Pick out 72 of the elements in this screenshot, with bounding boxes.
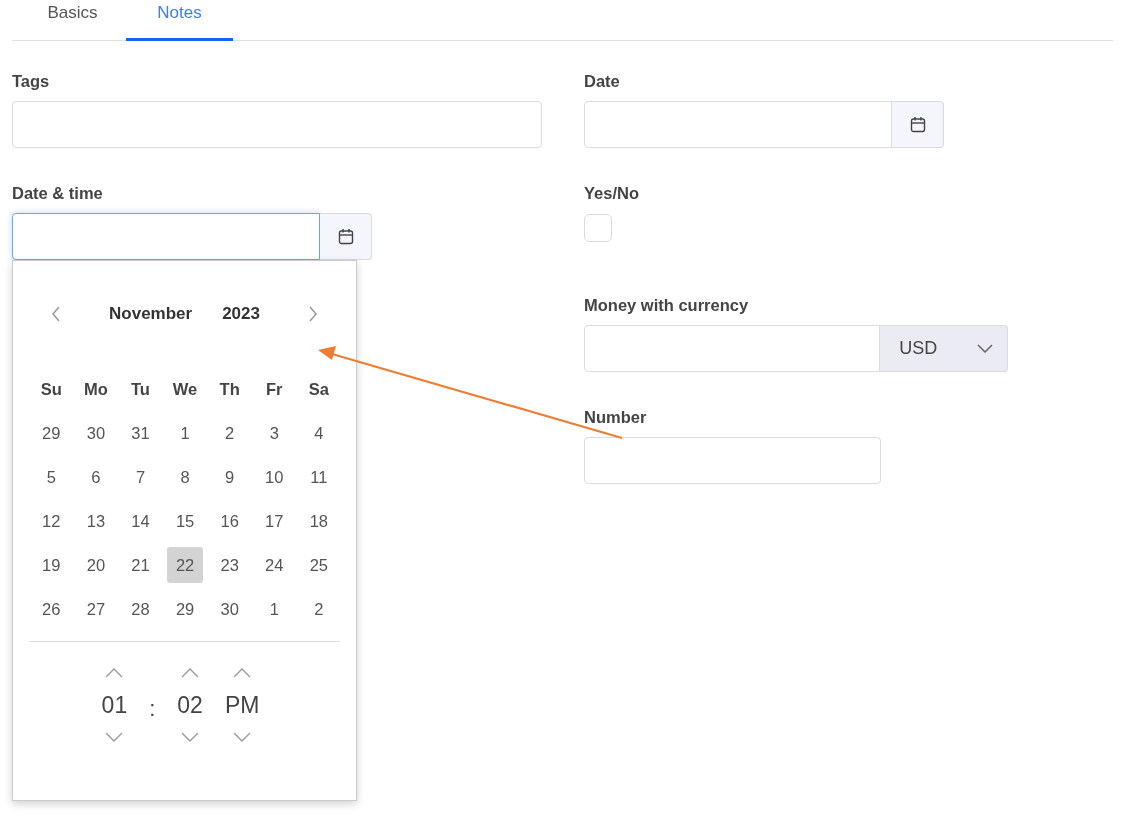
day-cell[interactable]: 22 — [167, 547, 204, 583]
hour-value: 01 — [101, 691, 128, 720]
minute-value: 02 — [177, 691, 203, 720]
day-cell[interactable]: 8 — [167, 459, 204, 495]
day-cell[interactable]: 17 — [256, 503, 293, 539]
input-field[interactable] — [12, 213, 320, 260]
day-cell[interactable]: 26 — [33, 591, 70, 627]
day-cell[interactable]: 11 — [300, 459, 337, 495]
year-label[interactable]: 2023 — [222, 304, 260, 324]
day-cell[interactable]: 6 — [77, 459, 114, 495]
weekday-label: Th — [219, 379, 240, 399]
day-cell[interactable]: 16 — [211, 503, 248, 539]
field-label: Date & time — [12, 184, 104, 203]
calendar-button[interactable] — [320, 213, 372, 260]
day-cell[interactable]: 1 — [167, 415, 204, 451]
day-cell[interactable]: 21 — [122, 547, 159, 583]
day-cell[interactable]: 30 — [77, 415, 114, 451]
day-cell[interactable]: 5 — [33, 459, 70, 495]
tab[interactable]: Basics — [19, 0, 126, 41]
day-cell[interactable]: 18 — [300, 503, 337, 539]
increment-minute-icon[interactable] — [181, 668, 200, 678]
calendar-button[interactable] — [892, 101, 944, 148]
weekday-label: We — [172, 379, 198, 399]
day-cell[interactable]: 15 — [167, 503, 204, 539]
next-month-icon[interactable] — [308, 306, 318, 322]
day-cell[interactable]: 9 — [211, 459, 248, 495]
decrement-minute-icon[interactable] — [181, 732, 200, 742]
field-label: Yes/No — [584, 184, 641, 203]
currency-select[interactable]: USD — [880, 325, 1008, 372]
field-label: Money with currency — [584, 296, 750, 315]
toggle-period-down-icon[interactable] — [233, 732, 252, 742]
day-cell[interactable]: 28 — [122, 591, 159, 627]
day-cell[interactable]: 12 — [33, 503, 70, 539]
day-cell[interactable]: 10 — [256, 459, 293, 495]
day-cell[interactable]: 29 — [167, 591, 204, 627]
field-label: Date — [584, 72, 621, 91]
weekday-label: Sa — [308, 379, 329, 399]
field-label: Tags — [12, 72, 51, 91]
field-label: Number — [584, 408, 648, 427]
tab[interactable]: Notes — [126, 0, 233, 41]
checkbox[interactable] — [584, 214, 612, 242]
day-cell[interactable]: 23 — [211, 547, 248, 583]
toggle-period-up-icon[interactable] — [233, 668, 252, 678]
previous-month-icon[interactable] — [51, 306, 61, 322]
chevron-down-icon — [977, 344, 993, 353]
day-cell[interactable]: 19 — [33, 547, 70, 583]
weekday-label: Su — [40, 379, 62, 399]
day-cell[interactable]: 20 — [77, 547, 114, 583]
day-cell[interactable]: 7 — [122, 459, 159, 495]
day-cell[interactable]: 30 — [211, 591, 248, 627]
day-cell[interactable]: 31 — [122, 415, 159, 451]
decrement-hour-icon[interactable] — [105, 732, 124, 742]
weekday-label: Tu — [131, 379, 150, 399]
day-cell[interactable]: 4 — [300, 415, 337, 451]
month-label[interactable]: November — [109, 304, 193, 324]
weekday-label: Fr — [266, 379, 283, 399]
day-cell[interactable]: 2 — [300, 591, 337, 627]
day-cell[interactable]: 14 — [122, 503, 159, 539]
calendar-icon — [909, 116, 926, 133]
day-cell[interactable]: 27 — [77, 591, 114, 627]
time-separator: : — [149, 696, 156, 722]
day-cell[interactable]: 3 — [256, 415, 293, 451]
day-cell[interactable]: 13 — [77, 503, 114, 539]
day-cell[interactable]: 29 — [33, 415, 70, 451]
day-cell[interactable]: 1 — [256, 591, 293, 627]
weekday-label: Mo — [83, 379, 108, 399]
increment-hour-icon[interactable] — [105, 668, 124, 678]
day-cell[interactable]: 2 — [211, 415, 248, 451]
calendar-icon — [337, 228, 354, 245]
period-value: PM — [224, 691, 260, 720]
day-cell[interactable]: 24 — [256, 547, 293, 583]
day-cell[interactable]: 25 — [300, 547, 337, 583]
